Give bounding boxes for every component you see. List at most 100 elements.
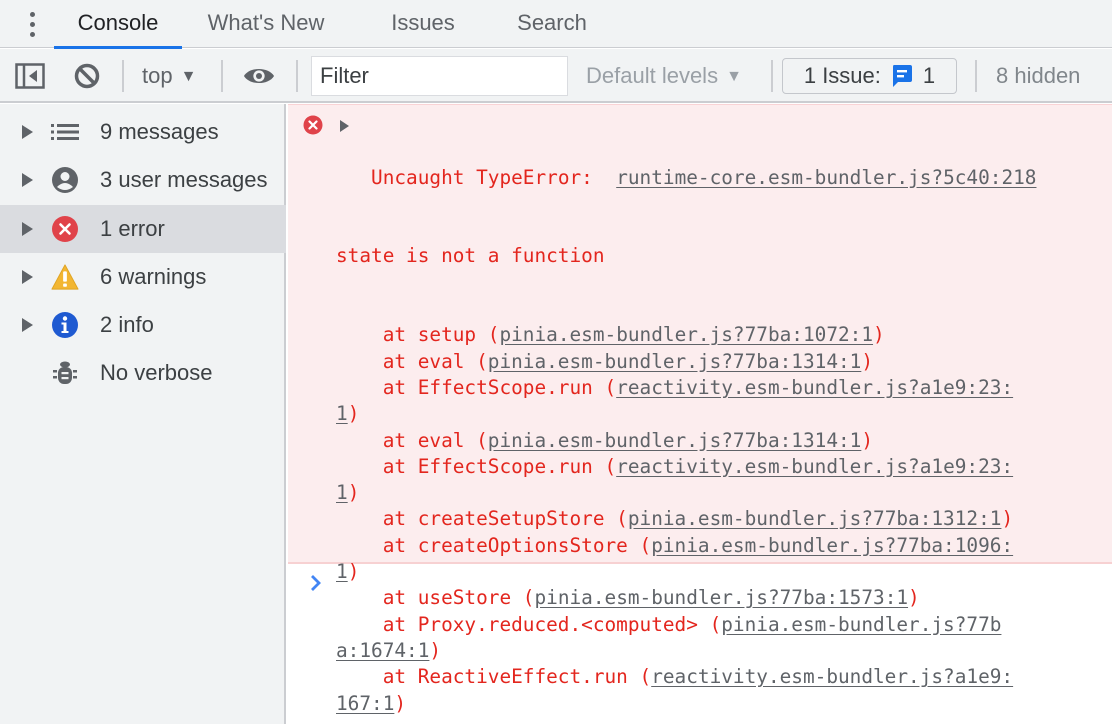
clear-console-icon[interactable]	[71, 60, 103, 92]
sidebar-item-messages[interactable]: 9 messages	[0, 108, 286, 156]
dropdown-caret-icon: ▼	[726, 68, 742, 85]
tab-whats-new[interactable]: What's New	[192, 0, 340, 48]
sidebar-item-verbose[interactable]: No verbose	[0, 349, 286, 397]
stack-frame-link[interactable]: pinia.esm-bundler.js?77ba:1096:	[651, 534, 1013, 557]
issue-message-icon	[891, 64, 913, 88]
log-levels-label: Default levels	[586, 63, 719, 88]
toolbar-divider	[975, 60, 977, 92]
issues-button[interactable]: 1 Issue: 1	[782, 58, 957, 94]
stack-frame-text: at EffectScope.run (	[336, 454, 617, 478]
error-stack-trace: Uncaught TypeError: runtime-core.esm-bun…	[336, 112, 1106, 717]
error-header-line: Uncaught TypeError: runtime-core.esm-bun…	[336, 165, 1106, 191]
stack-frame-text: at createSetupStore (	[336, 507, 628, 531]
sidebar-item-user-messages[interactable]: 3 user messages	[0, 156, 286, 204]
stack-frame-link[interactable]: reactivity.esm-bundler.js?a1e9:23:	[616, 455, 1013, 478]
stack-frame-link[interactable]: pinia.esm-bundler.js?77ba:1072:1	[499, 323, 873, 346]
stack-frame-link[interactable]: reactivity.esm-bundler.js?a1e9:23:	[616, 376, 1013, 399]
sidebar-item-warnings[interactable]: 6 warnings	[0, 253, 286, 301]
console-toolbar: top ▼ Default levels ▼ 1 Issue: 1 8 hidden	[0, 49, 1112, 103]
stack-frame-text: )	[347, 402, 360, 426]
more-options-icon[interactable]	[22, 8, 42, 40]
issues-count: 1	[922, 63, 936, 88]
error-message-text: state is not a function	[336, 244, 605, 268]
sidebar-item-errors[interactable]: 1 error	[0, 205, 286, 253]
toolbar-divider	[296, 60, 298, 92]
warning-icon	[51, 263, 79, 291]
user-icon	[51, 166, 79, 194]
stack-frame-line: 1)	[336, 480, 1106, 506]
context-value: top	[142, 63, 173, 88]
sidebar-item-label: 3 user messages	[100, 167, 268, 192]
sidebar-item-label: No verbose	[100, 360, 213, 385]
log-levels-dropdown[interactable]: Default levels ▼	[586, 61, 742, 91]
stack-frame-line: 167:1)	[336, 691, 1106, 717]
expand-arrow-icon[interactable]	[22, 173, 33, 187]
hidden-messages-count: 8 hidden	[996, 63, 1081, 88]
toolbar-divider	[122, 60, 124, 92]
toolbar-divider	[771, 60, 773, 92]
stack-frame-text: )	[394, 691, 407, 715]
tab-search[interactable]: Search	[503, 0, 601, 48]
devtools-tab-bar: Console What's New Issues Search	[0, 0, 1112, 49]
error-prefix: Uncaught TypeError:	[371, 165, 605, 189]
stack-frame-line: at createOptionsStore (pinia.esm-bundler…	[336, 533, 1106, 559]
stack-frame-text: at eval (	[336, 349, 488, 373]
list-icon	[51, 118, 79, 146]
stack-frame-text: at createOptionsStore (	[336, 533, 652, 557]
stack-frame-line: at eval (pinia.esm-bundler.js?77ba:1314:…	[336, 349, 1106, 375]
sidebar-item-label: 9 messages	[100, 119, 219, 144]
sidebar-item-label: 2 info	[100, 312, 154, 337]
stack-frame-text: at Proxy.reduced.<computed> (	[336, 612, 722, 636]
context-selector[interactable]: top ▼	[142, 61, 196, 91]
stack-frame-line: at Proxy.reduced.<computed> (pinia.esm-b…	[336, 612, 1106, 638]
stack-frame-link[interactable]: reactivity.esm-bundler.js?a1e9:	[651, 665, 1013, 688]
sidebar-item-label: 1 error	[100, 216, 165, 241]
stack-frame-line: a:1674:1)	[336, 638, 1106, 664]
stack-frame-line: at setup (pinia.esm-bundler.js?77ba:1072…	[336, 322, 1106, 348]
prompt-chevron-icon	[306, 572, 330, 596]
expand-arrow-icon[interactable]	[22, 125, 33, 139]
error-icon	[303, 115, 323, 135]
expand-arrow-icon[interactable]	[22, 318, 33, 332]
stack-frame-line: at EffectScope.run (reactivity.esm-bundl…	[336, 375, 1106, 401]
stack-frame-link[interactable]: 1	[336, 481, 348, 504]
console-prompt-input[interactable]	[336, 570, 1096, 598]
stack-frame-line: at eval (pinia.esm-bundler.js?77ba:1314:…	[336, 428, 1106, 454]
eye-icon[interactable]	[243, 60, 275, 92]
stack-frame-link[interactable]: pinia.esm-bundler.js?77ba:1312:1	[628, 507, 1002, 530]
stack-frame-text: )	[861, 349, 874, 373]
stack-frame-link[interactable]: pinia.esm-bundler.js?77ba:1314:1	[488, 350, 862, 373]
expand-arrow-icon[interactable]	[22, 222, 33, 236]
stack-frame-link[interactable]: pinia.esm-bundler.js?77b	[721, 613, 1001, 636]
expand-arrow-icon[interactable]	[22, 270, 33, 284]
stack-frame-link[interactable]: 1	[336, 402, 348, 425]
info-icon	[51, 311, 79, 339]
stack-frame-link[interactable]: a:1674:1	[336, 639, 429, 662]
sidebar-toggle-icon[interactable]	[14, 60, 46, 92]
sidebar-item-label: 6 warnings	[100, 264, 207, 289]
stack-frame-text: at setup (	[336, 323, 500, 347]
stack-frame-text: at eval (	[336, 428, 488, 452]
toolbar-divider	[221, 60, 223, 92]
dropdown-caret-icon: ▼	[180, 68, 197, 85]
filter-input[interactable]	[311, 56, 568, 96]
bug-icon	[51, 359, 79, 387]
stack-frame-text: )	[1001, 507, 1014, 531]
tab-issues[interactable]: Issues	[378, 0, 468, 48]
stack-frame-link[interactable]: pinia.esm-bundler.js?77ba:1314:1	[488, 429, 862, 452]
issues-label: 1 Issue:	[803, 63, 881, 88]
stack-frame-text: )	[429, 638, 442, 662]
sidebar-item-info[interactable]: 2 info	[0, 301, 286, 349]
error-icon	[51, 215, 79, 243]
error-message: Uncaught TypeError: runtime-core.esm-bun…	[288, 104, 1112, 715]
console-sidebar: 9 messages 3 user messages 1 error 6 war…	[0, 104, 286, 724]
tab-console[interactable]: Console	[54, 0, 182, 49]
stack-frame-text: )	[347, 481, 360, 505]
console-messages: Uncaught TypeError: runtime-core.esm-bun…	[288, 104, 1112, 724]
error-source-link[interactable]: runtime-core.esm-bundler.js?5c40:218	[616, 166, 1036, 189]
stack-frame-text: )	[873, 323, 885, 347]
stack-frame-line: at createSetupStore (pinia.esm-bundler.j…	[336, 506, 1106, 532]
stack-frame-text: at EffectScope.run (	[336, 375, 617, 399]
stack-frame-text: )	[861, 428, 874, 452]
stack-frame-link[interactable]: 167:1	[336, 692, 394, 715]
